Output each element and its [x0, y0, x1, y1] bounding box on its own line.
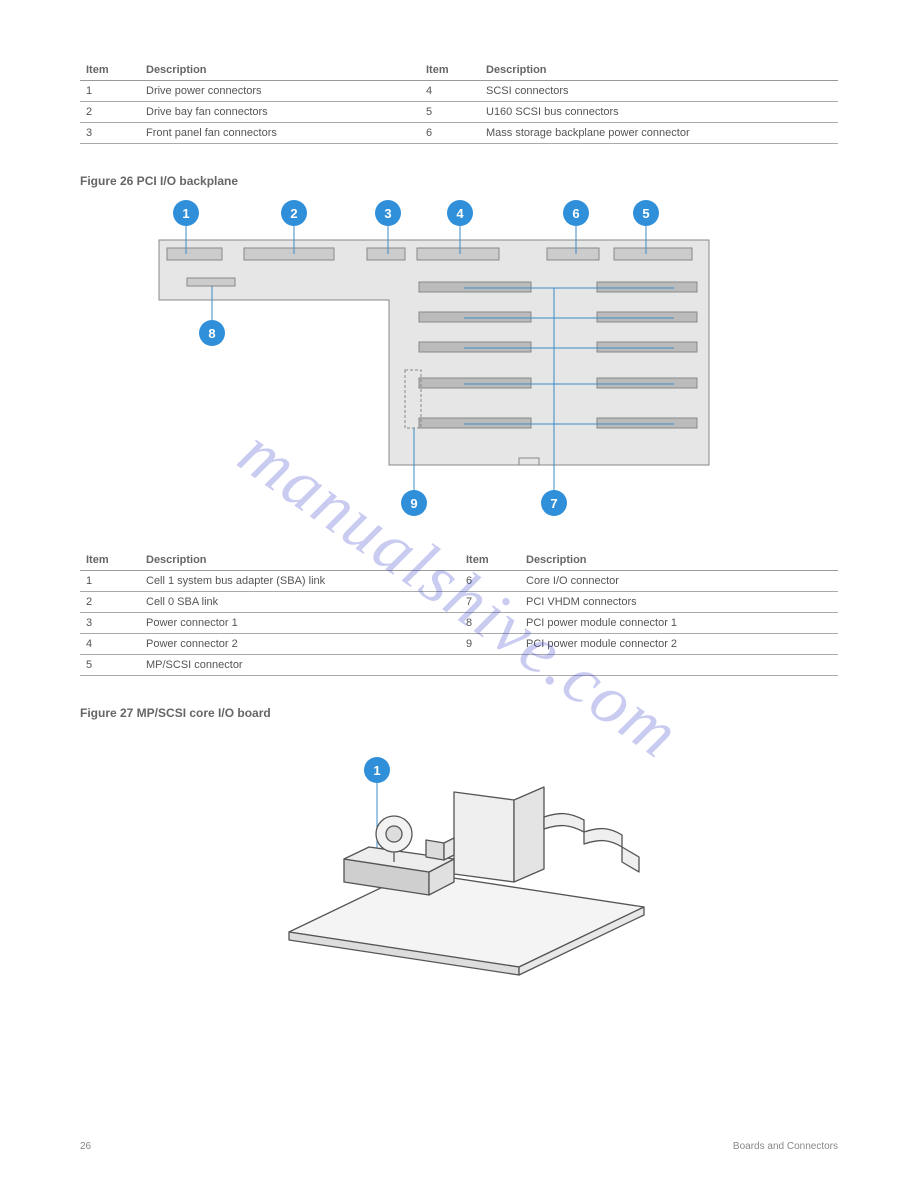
table-row: 2 Cell 0 SBA link 7 PCI VHDM connectors: [80, 592, 838, 613]
th-desc2: Description: [480, 60, 838, 81]
section-title: Boards and Connectors: [733, 1141, 838, 1152]
th-desc: Description: [140, 550, 460, 571]
page-content: Item Description Item Description 1 Driv…: [80, 60, 838, 992]
table-row: 1 Drive power connectors 4 SCSI connecto…: [80, 81, 838, 102]
table-26: Item Description Item Description 1 Cell…: [80, 550, 838, 676]
table-row: 4 Power connector 2 9 PCI power module c…: [80, 634, 838, 655]
th-item2: Item: [460, 550, 520, 571]
page-number: 26: [80, 1141, 91, 1152]
th-desc2: Description: [520, 550, 838, 571]
th-item: Item: [80, 550, 140, 571]
figure-26-leaders: [149, 200, 769, 530]
th-item2: Item: [420, 60, 480, 81]
figure-26: 1 2 3 4 6 5 8 9 7: [149, 200, 769, 530]
table-row: 1 Cell 1 system bus adapter (SBA) link 6…: [80, 571, 838, 592]
page-footer: 26 Boards and Connectors: [80, 1141, 838, 1152]
th-desc: Description: [140, 60, 420, 81]
table-row: 5 MP/SCSI connector: [80, 655, 838, 676]
th-item: Item: [80, 60, 140, 81]
figure-27: 1: [244, 732, 674, 992]
table-25: Item Description Item Description 1 Driv…: [80, 60, 838, 144]
table-row: 2 Drive bay fan connectors 5 U160 SCSI b…: [80, 102, 838, 123]
figure-27-title: Figure 27 MP/SCSI core I/O board: [80, 706, 838, 720]
figure-27-illustration: [244, 732, 674, 992]
table-row: 3 Front panel fan connectors 6 Mass stor…: [80, 123, 838, 144]
figure-26-title: Figure 26 PCI I/O backplane: [80, 174, 838, 188]
table-row: 3 Power connector 1 8 PCI power module c…: [80, 613, 838, 634]
